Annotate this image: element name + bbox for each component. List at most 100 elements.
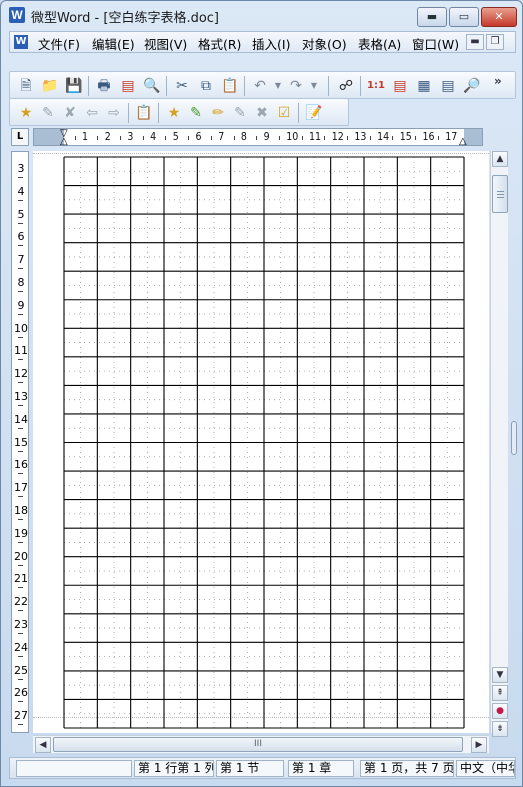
toolbar-overflow-icon[interactable]: » xyxy=(494,74,502,88)
close-button[interactable]: ✕ xyxy=(481,7,517,27)
ruler-tick-label: 14 xyxy=(14,412,28,426)
zoom-icon[interactable]: 🔎 xyxy=(462,76,482,96)
ruler-tick-mark xyxy=(18,405,23,406)
ruler-tick-label: 10 xyxy=(286,131,299,143)
practice-table[interactable] xyxy=(63,156,465,729)
print-icon[interactable]: 🖶 xyxy=(94,76,114,96)
table-format-icon[interactable]: ▤ xyxy=(390,76,410,96)
redo-icon[interactable]: ↷ xyxy=(286,76,306,96)
copy-icon[interactable]: ⧉ xyxy=(196,76,216,96)
clear-marks-icon[interactable]: ✖ xyxy=(252,103,272,123)
ruler-tick-label: 22 xyxy=(14,595,28,609)
save-icon[interactable]: 💾 xyxy=(64,76,84,96)
ruler-tick-mark xyxy=(415,136,417,140)
edit-note-icon[interactable]: ✎ xyxy=(38,103,58,123)
ruler-tick-mark xyxy=(18,655,23,657)
ruler-tick-mark xyxy=(18,313,23,315)
scroll-up-button[interactable]: ▲ xyxy=(492,151,508,167)
menu-file[interactable]: 文件(F) xyxy=(38,34,80,53)
left-indent-marker[interactable]: △ xyxy=(60,137,68,147)
table-insert-icon[interactable]: 1:1 xyxy=(366,76,386,96)
edit-document-icon[interactable]: 📝 xyxy=(304,103,324,123)
ruler-tick-label: 15 xyxy=(14,435,28,449)
menu-table[interactable]: 表格(A) xyxy=(358,34,401,53)
prev-note-icon[interactable]: ⇦ xyxy=(82,103,102,123)
checklist-icon[interactable]: ☑ xyxy=(274,103,294,123)
ruler-tick-mark xyxy=(18,724,23,726)
ruler-tick-label: 13 xyxy=(14,390,28,403)
next-note-icon[interactable]: ⇨ xyxy=(104,103,124,123)
maximize-button[interactable]: ▭ xyxy=(449,7,479,27)
word-app-icon[interactable]: W xyxy=(9,7,25,23)
side-split-handle[interactable] xyxy=(511,421,517,455)
table-split-icon[interactable]: ▦ xyxy=(414,76,434,96)
menu-object[interactable]: 对象(O) xyxy=(302,34,347,53)
title-bar[interactable]: W 微型Word - [空白练字表格.doc] ▬ ▭ ✕ xyxy=(1,1,522,29)
ruler-tick-label: 11 xyxy=(14,344,28,358)
vertical-scroll-thumb[interactable] xyxy=(492,175,508,213)
redo-dropdown-icon[interactable]: ▼ xyxy=(304,76,324,96)
menu-format[interactable]: 格式(R) xyxy=(198,34,241,53)
ruler-tick-mark xyxy=(120,136,122,140)
margin-guide xyxy=(33,153,489,154)
undo-dropdown-icon[interactable]: ▼ xyxy=(268,76,288,96)
document-canvas[interactable] xyxy=(33,151,489,733)
cut-icon[interactable]: ✂ xyxy=(172,76,192,96)
delete-note-icon[interactable]: ✘ xyxy=(60,103,80,123)
ruler-tick-label: 15 xyxy=(399,131,412,143)
child-minimize-button[interactable]: ▬ xyxy=(466,34,484,50)
highlight-icon[interactable]: ★ xyxy=(164,103,184,123)
ruler-tick-label: 12 xyxy=(331,131,344,143)
ruler-tick-mark xyxy=(18,473,23,475)
previous-page-button[interactable]: ⇞ xyxy=(492,685,508,701)
pdf-icon[interactable]: ▤ xyxy=(118,76,138,96)
ruler-tick-mark xyxy=(18,496,23,498)
select-browse-object-button[interactable]: ● xyxy=(492,703,508,719)
ruler-tick-mark xyxy=(256,136,258,140)
print-preview-icon[interactable]: 🔍 xyxy=(142,76,162,96)
ruler-tick-mark xyxy=(18,610,23,612)
pen-icon[interactable]: ✎ xyxy=(186,103,206,123)
ruler-tick-mark xyxy=(18,450,23,452)
menu-edit[interactable]: 编辑(E) xyxy=(92,34,135,53)
grip-line xyxy=(497,194,504,195)
page-view-icon[interactable]: ▤ xyxy=(438,76,458,96)
window-title: 微型Word - [空白练字表格.doc] xyxy=(31,11,219,26)
open-folder-icon[interactable]: 📁 xyxy=(40,76,60,96)
ruler-tick-label: 1 xyxy=(82,131,89,143)
scroll-right-button[interactable]: ▶ xyxy=(471,737,487,753)
child-restore-button[interactable]: ❐ xyxy=(486,34,504,50)
find-icon[interactable]: ☍ xyxy=(336,76,356,96)
minimize-button[interactable]: ▬ xyxy=(417,7,447,27)
horizontal-ruler[interactable]: 1 2 3 4 5 6 7 8 9 10 11 12 13 14 15 16 17 ▽ △ △ xyxy=(33,128,483,147)
paste-icon[interactable]: 📋 xyxy=(220,76,240,96)
app-window: W 微型Word - [空白练字表格.doc] ▬ ▭ ✕ W 文件(F) 编辑… xyxy=(0,0,523,787)
vertical-ruler[interactable]: 3 4 5 6 7 8 9 10 11 12 13 14 15 16 17 18 19 20 21 22 23 24 25 2… xyxy=(11,151,29,733)
standard-toolbar: 🗎 📁 💾 🖶 ▤ 🔍 ✂ ⧉ 📋 ↶ ▼ ↷ ▼ ☍ 1:1 ▤ ▦ ▤ 🔎 … xyxy=(9,71,516,99)
scroll-down-button[interactable]: ▼ xyxy=(492,667,508,683)
document-icon[interactable]: W xyxy=(14,35,28,49)
status-language[interactable]: 中文（中华 xyxy=(456,760,515,777)
clipboard-icon[interactable]: 📋 xyxy=(134,103,154,123)
ruler-tick-mark xyxy=(18,245,23,247)
eraser-icon[interactable]: ✎ xyxy=(230,103,250,123)
ruler-tick-label: 6 xyxy=(17,230,25,244)
scroll-left-button[interactable]: ◀ xyxy=(35,737,51,753)
menu-insert[interactable]: 插入(I) xyxy=(252,34,290,53)
ruler-tick-label: 16 xyxy=(14,458,28,472)
menu-window[interactable]: 窗口(W) xyxy=(412,34,459,53)
tab-stop-selector[interactable]: L xyxy=(11,128,29,146)
vertical-scrollbar[interactable]: ▲ ▼ ⇞ ● ⇟ xyxy=(490,151,508,737)
horizontal-scrollbar[interactable]: ◀ III ▶ xyxy=(33,735,489,753)
marker-icon[interactable]: ✏ xyxy=(208,103,228,123)
undo-icon[interactable]: ↶ xyxy=(250,76,270,96)
status-line-column: 第 1 行第 1 列 xyxy=(134,760,214,777)
ruler-tick-mark xyxy=(18,336,23,338)
new-document-icon[interactable]: 🗎 xyxy=(16,76,36,96)
menu-view[interactable]: 视图(V) xyxy=(144,34,187,53)
insert-field-icon[interactable]: ★ xyxy=(16,103,36,123)
right-indent-marker[interactable]: △ xyxy=(459,137,467,147)
next-page-button[interactable]: ⇟ xyxy=(492,721,508,737)
ruler-tick-mark xyxy=(18,519,23,520)
horizontal-scroll-thumb[interactable]: III xyxy=(53,737,463,752)
